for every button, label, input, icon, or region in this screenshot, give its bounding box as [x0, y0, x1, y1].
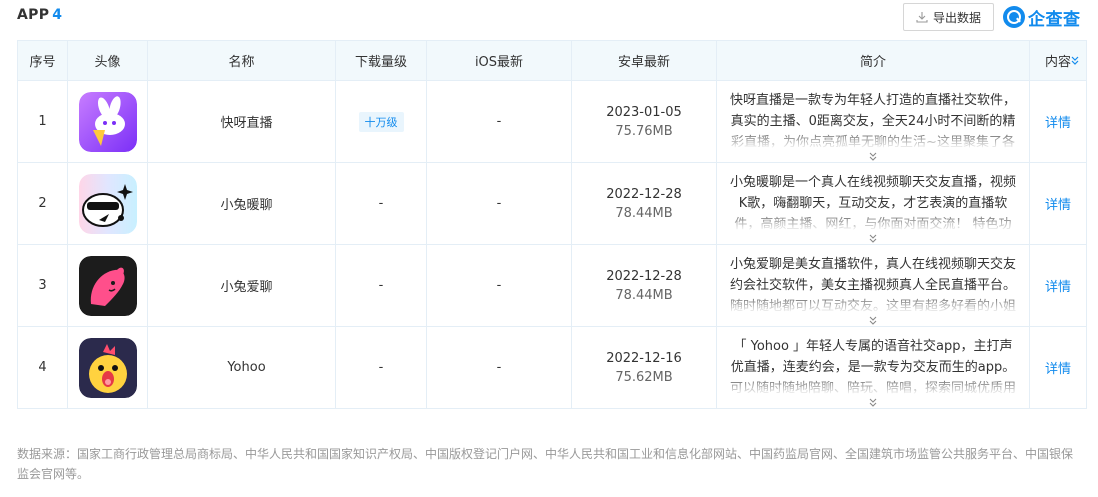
download-level: - [335, 326, 427, 409]
row-index: 4 [17, 326, 68, 409]
table-row: 1 快呀直播 十万级 - 2023-01-05 75.76MB 快呀直播是一款专… [17, 80, 1087, 163]
row-index: 3 [17, 244, 68, 327]
intro-text: 快呀直播是一款专为年轻人打造的直播社交软件，真实的主播、0距离交友，全天24小时… [727, 90, 1019, 153]
col-downloads: 下载量级 [335, 40, 427, 81]
intro-cell: 小兔暖聊是一个真人在线视频聊天交友直播，视频K歌，嗨翻聊天，互动交友，才艺表演的… [716, 162, 1030, 245]
intro-text: 小兔爱聊是美女直播软件，真人在线视频聊天交友约会社交软件，美女主播视频真人全民直… [727, 254, 1019, 317]
avatar-cell [67, 162, 148, 245]
detail-link[interactable]: 详情 [1045, 280, 1071, 295]
download-level: - [335, 162, 427, 245]
col-index: 序号 [17, 40, 68, 81]
android-date: 2022-12-16 [606, 350, 682, 366]
xiaotu-nuanliao-icon [78, 173, 137, 234]
section-title: APP 4 [17, 7, 62, 23]
app-name: 小兔暖聊 [147, 162, 336, 245]
android-latest-cell: 2022-12-28 78.44MB [571, 244, 717, 327]
intro-cell: 快呀直播是一款专为年轻人打造的直播社交软件，真实的主播、0距离交友，全天24小时… [716, 80, 1030, 163]
avatar-cell [67, 80, 148, 163]
app-name: 小兔爱聊 [147, 244, 336, 327]
yohoo-chick-icon [78, 337, 137, 398]
detail-cell: 详情 [1029, 162, 1087, 245]
ios-latest: - [426, 162, 572, 245]
expand-intro-chevron-icon[interactable] [868, 151, 878, 161]
col-intro: 简介 [716, 40, 1030, 81]
app-name: 快呀直播 [147, 80, 336, 163]
android-latest-cell: 2022-12-16 75.62MB [571, 326, 717, 409]
col-name: 名称 [147, 40, 336, 81]
expand-intro-chevron-icon[interactable] [868, 315, 878, 325]
detail-cell: 详情 [1029, 326, 1087, 409]
intro-text: 「 Yohoo 」年轻人专属的语音社交app，主打声优直播，连麦约会，是一款专为… [727, 336, 1019, 399]
ios-latest: - [426, 244, 572, 327]
detail-link[interactable]: 详情 [1045, 198, 1071, 213]
download-icon [916, 12, 928, 23]
col-ios: iOS最新 [426, 40, 572, 81]
brand-logo: 企查查 [1003, 4, 1081, 30]
android-date: 2022-12-28 [606, 268, 682, 284]
expand-intro-chevron-icon[interactable] [868, 233, 878, 243]
detail-cell: 详情 [1029, 244, 1087, 327]
android-size: 78.44MB [615, 205, 673, 221]
avatar-cell [67, 244, 148, 327]
ios-latest: - [426, 80, 572, 163]
col-avatar: 头像 [67, 40, 148, 81]
android-size: 75.76MB [615, 123, 673, 139]
app-table: 序号 头像 名称 下载量级 iOS最新 安卓最新 简介 内容 1 快呀直播 十万… [17, 40, 1087, 409]
download-level: - [335, 244, 427, 327]
section-title-label: APP [17, 7, 50, 23]
kuaiya-rabbit-icon [78, 91, 137, 152]
expand-columns-chevron-icon[interactable] [1070, 55, 1080, 65]
expand-intro-chevron-icon[interactable] [868, 397, 878, 407]
export-data-label: 导出数据 [932, 10, 981, 25]
table-header-row: 序号 头像 名称 下载量级 iOS最新 安卓最新 简介 内容 [17, 40, 1087, 81]
xiaotu-ailiao-icon [78, 255, 137, 316]
table-row: 2 小兔暖聊 - - 2022-12-28 78.44MB 小兔暖聊是一个真人在… [17, 162, 1087, 245]
android-date: 2022-12-28 [606, 186, 682, 202]
magnifier-logo-icon [1003, 6, 1025, 28]
col-content[interactable]: 内容 [1029, 40, 1087, 81]
col-content-label: 内容 [1044, 55, 1071, 70]
intro-cell: 小兔爱聊是美女直播软件，真人在线视频聊天交友约会社交软件，美女主播视频真人全民直… [716, 244, 1030, 327]
table-row: 4 Yohoo - - 2022-12-16 75.62MB 「 Yohoo 」… [17, 326, 1087, 409]
android-latest-cell: 2023-01-05 75.76MB [571, 80, 717, 163]
ios-latest: - [426, 326, 572, 409]
download-level-cell: 十万级 [335, 80, 427, 163]
android-date: 2023-01-05 [606, 104, 682, 120]
row-index: 1 [17, 80, 68, 163]
avatar-cell [67, 326, 148, 409]
detail-link[interactable]: 详情 [1045, 116, 1071, 131]
row-index: 2 [17, 162, 68, 245]
app-name: Yohoo [147, 326, 336, 409]
export-data-button[interactable]: 导出数据 [903, 3, 994, 31]
download-level-badge: 十万级 [358, 111, 404, 132]
intro-cell: 「 Yohoo 」年轻人专属的语音社交app，主打声优直播，连麦约会，是一款专为… [716, 326, 1030, 409]
col-android: 安卓最新 [571, 40, 717, 81]
android-size: 78.44MB [615, 287, 673, 303]
detail-cell: 详情 [1029, 80, 1087, 163]
intro-text: 小兔暖聊是一个真人在线视频聊天交友直播，视频K歌，嗨翻聊天，互动交友，才艺表演的… [727, 172, 1019, 235]
android-size: 75.62MB [615, 369, 673, 385]
android-latest-cell: 2022-12-28 78.44MB [571, 162, 717, 245]
data-source-note: 数据来源：国家工商行政管理总局商标局、中华人民共和国国家知识产权局、中国版权登记… [17, 447, 1074, 481]
detail-link[interactable]: 详情 [1045, 362, 1071, 377]
table-row: 3 小兔爱聊 - - 2022-12-28 78.44MB 小兔爱聊是美女直播软… [17, 244, 1087, 327]
section-count: 4 [52, 7, 63, 23]
brand-name: 企查查 [1028, 9, 1081, 30]
